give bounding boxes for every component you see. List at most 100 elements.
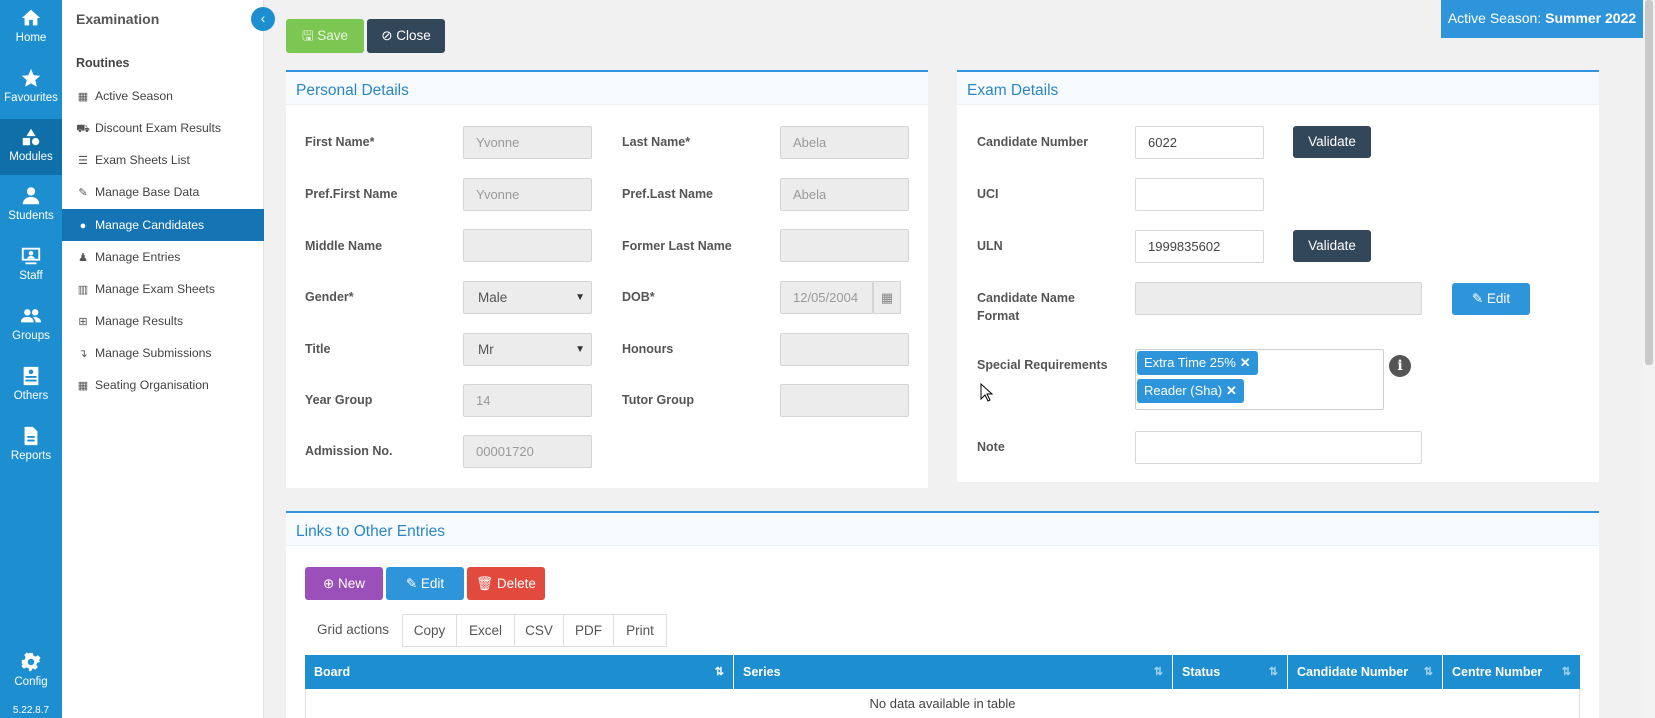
pref-last-name-label: Pref.Last Name: [622, 187, 714, 201]
sidebar-item-manage-results[interactable]: ⊞ Manage Results: [62, 305, 264, 337]
year-group-field[interactable]: 14: [463, 384, 592, 417]
special-requirement-tag[interactable]: Extra Time 25% ✕: [1137, 351, 1258, 375]
middle-name-field[interactable]: [463, 229, 592, 262]
edit-name-format-button[interactable]: ✎ Edit: [1452, 283, 1530, 315]
sidebar-item-manage-base-data[interactable]: ✎ Manage Base Data: [62, 176, 264, 208]
last-name-field[interactable]: Abela: [780, 126, 909, 159]
remove-tag-icon[interactable]: ✕: [1226, 383, 1237, 398]
sidebar-item-label: Manage Results: [95, 314, 184, 328]
calendar-picker-button[interactable]: ▦: [873, 281, 901, 314]
rail-groups[interactable]: Groups: [0, 298, 62, 354]
star-icon: [21, 68, 41, 87]
sidebar-item-seating-organisation[interactable]: ▦ Seating Organisation: [62, 369, 264, 401]
gender-select[interactable]: Male ▼: [463, 281, 592, 314]
column-header-board[interactable]: Board ⇅: [305, 655, 734, 689]
tutor-group-field[interactable]: [780, 384, 909, 417]
sidebar-item-label: Seating Organisation: [95, 378, 209, 392]
sidebar-item-exam-sheets-list[interactable]: ☰ Exam Sheets List: [62, 144, 264, 176]
user-icon: [22, 187, 40, 205]
rail-staff[interactable]: Staff: [0, 238, 62, 294]
edit-icon: ✎: [78, 187, 88, 199]
home-icon: [21, 9, 41, 26]
candidate-number-label: Candidate Number: [977, 135, 1089, 149]
save-label: Save: [317, 28, 349, 43]
uln-label: ULN: [977, 239, 1003, 253]
validate-candidate-number-button[interactable]: Validate: [1293, 126, 1371, 158]
delete-button[interactable]: 🗑 Delete: [467, 567, 545, 600]
first-name-field[interactable]: Yvonne: [463, 126, 592, 159]
column-header-status[interactable]: Status ⇅: [1173, 655, 1288, 689]
special-requirements-tagbox[interactable]: Extra Time 25% ✕ Reader (Sha) ✕: [1135, 349, 1384, 410]
rail-label: Students: [8, 210, 54, 222]
edit-label: Edit: [420, 576, 445, 591]
rail-config[interactable]: Config: [0, 644, 62, 700]
sidebar-section-title: Routines: [76, 56, 130, 70]
tutor-group-label: Tutor Group: [622, 393, 694, 407]
page-scrollbar[interactable]: [1643, 0, 1655, 718]
close-button[interactable]: ⊘ Close: [367, 19, 445, 53]
edit-button[interactable]: ✎ Edit: [386, 567, 464, 600]
pdf-button[interactable]: PDF: [563, 614, 614, 647]
rail-home[interactable]: Home: [0, 0, 62, 56]
new-button[interactable]: ⊕ New: [305, 567, 383, 600]
grid-icon: ▦: [77, 380, 89, 392]
sidebar-item-label: Manage Submissions: [95, 346, 212, 360]
panel-title: Exam Details: [957, 72, 1599, 105]
copy-button[interactable]: Copy: [402, 614, 457, 647]
honours-field[interactable]: [780, 333, 909, 366]
dob-label: DOB*: [622, 290, 655, 304]
sidebar-item-manage-entries[interactable]: ♟ Manage Entries: [62, 241, 264, 273]
user-edit-icon: ●: [79, 220, 87, 232]
title-label: Title: [305, 342, 331, 356]
rail-label: Staff: [19, 270, 43, 282]
collapse-sidebar-button[interactable]: ‹: [251, 7, 275, 31]
first-name-label: First Name*: [305, 135, 375, 149]
uln-field[interactable]: 1999835602: [1135, 230, 1264, 263]
sidebar-item-manage-candidates[interactable]: ● Manage Candidates: [62, 209, 264, 241]
grid-actions-label: Grid actions: [317, 622, 390, 637]
pref-first-name-field[interactable]: Yvonne: [463, 178, 592, 211]
validate-uln-button[interactable]: Validate: [1293, 230, 1371, 262]
sidebar-item-discount-exam-results[interactable]: ⛟ Discount Exam Results: [62, 112, 264, 144]
rail-students[interactable]: Students: [0, 178, 62, 234]
column-label: Board: [314, 665, 351, 679]
former-last-name-field[interactable]: [780, 229, 909, 262]
rail-favourites[interactable]: Favourites: [0, 60, 62, 116]
document-icon: [24, 426, 38, 446]
remove-tag-icon[interactable]: ✕: [1240, 355, 1251, 370]
sidebar-item-label: Manage Base Data: [95, 185, 200, 199]
column-header-series[interactable]: Series ⇅: [734, 655, 1173, 689]
year-group-label: Year Group: [305, 393, 373, 407]
uci-field[interactable]: [1135, 178, 1264, 211]
candidate-name-format-field[interactable]: [1135, 282, 1422, 315]
special-requirement-tag[interactable]: Reader (Sha) ✕: [1137, 379, 1244, 403]
save-button[interactable]: 🖫 Save: [286, 19, 364, 53]
tag-label: Reader (Sha): [1144, 383, 1223, 398]
admission-number-field[interactable]: 00001720: [463, 435, 592, 468]
note-field[interactable]: [1135, 431, 1422, 464]
rail-reports[interactable]: Reports: [0, 418, 62, 474]
admission-number-label: Admission No.: [305, 444, 393, 458]
sidebar-item-manage-exam-sheets[interactable]: ▥ Manage Exam Sheets: [62, 273, 264, 305]
column-header-centre-number[interactable]: Centre Number ⇅: [1443, 655, 1580, 689]
sidebar-title: Examination: [76, 11, 160, 27]
level-down-icon: ↴: [78, 348, 88, 360]
rail-others[interactable]: Others: [0, 358, 62, 414]
csv-button[interactable]: CSV: [514, 614, 564, 647]
candidate-number-field[interactable]: 6022: [1135, 126, 1264, 159]
title-select[interactable]: Mr ▼: [463, 333, 592, 366]
print-button[interactable]: Print: [613, 614, 667, 647]
sidebar-item-manage-submissions[interactable]: ↴ Manage Submissions: [62, 337, 264, 369]
pref-last-name-field[interactable]: Abela: [780, 178, 909, 211]
sidebar-item-active-season[interactable]: ▦ Active Season: [62, 80, 264, 112]
active-season-badge: Active Season: Summer 2022: [1441, 0, 1643, 38]
sidebar-item-label: Exam Sheets List: [95, 153, 190, 167]
rail-modules[interactable]: Modules: [0, 119, 62, 175]
column-header-candidate-number[interactable]: Candidate Number ⇅: [1288, 655, 1443, 689]
excel-button[interactable]: Excel: [456, 614, 515, 647]
dob-field[interactable]: 12/05/2004: [780, 281, 873, 314]
chevron-down-icon: ▼: [575, 292, 585, 303]
scroll-thumb[interactable]: [1645, 0, 1653, 365]
version-text: 5.22.8.7: [12, 705, 50, 716]
info-icon[interactable]: i: [1389, 355, 1411, 377]
